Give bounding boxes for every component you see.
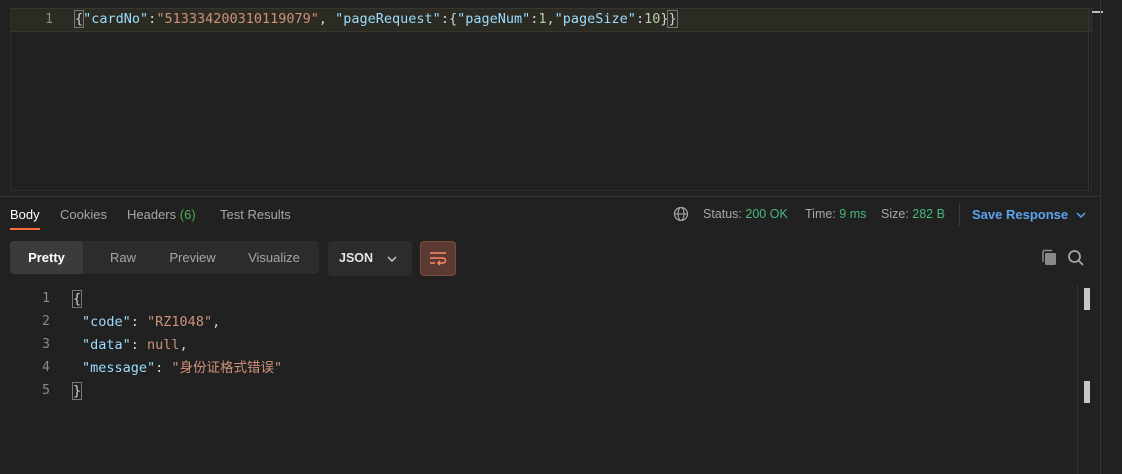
- json-number-value: 1: [538, 11, 547, 27]
- request-editor-scrollbar[interactable]: [1088, 8, 1104, 191]
- json-punct: ,: [179, 337, 188, 353]
- json-punct: :: [130, 337, 148, 353]
- json-brace: }: [71, 382, 83, 400]
- json-line: {: [71, 288, 83, 311]
- json-key: "data": [82, 337, 131, 353]
- request-body-editor[interactable]: 1 {"cardNo": "513334200310119079", "pageR…: [10, 8, 1103, 191]
- line-number: 5: [42, 383, 50, 398]
- json-punct: :{: [440, 11, 458, 27]
- chevron-down-icon[interactable]: [1076, 210, 1086, 220]
- view-mode-segmented-control: Pretty Raw Preview Visualize: [10, 241, 319, 274]
- postman-response-view: 1 {"cardNo":"513334200310119079", "pageR…: [0, 0, 1122, 474]
- line-number: 3: [42, 337, 50, 352]
- line-number: 1: [45, 12, 53, 27]
- wrap-lines-icon: [430, 252, 447, 266]
- tab-headers[interactable]: Headers (6): [127, 207, 196, 222]
- response-scrollbar[interactable]: [1077, 285, 1093, 474]
- json-line: }: [71, 380, 83, 403]
- pretty-button[interactable]: Pretty: [10, 241, 83, 274]
- headers-count-badge: (6): [179, 207, 196, 222]
- json-key: "pageSize": [554, 11, 636, 27]
- json-key: "pageRequest": [335, 11, 441, 27]
- json-string-value: "513334200310119079": [156, 11, 319, 27]
- line-number: 1: [42, 291, 50, 306]
- pane-splitter[interactable]: [0, 196, 1100, 197]
- chevron-down-icon: [387, 256, 397, 262]
- json-number-value: 10: [644, 11, 661, 27]
- status-indicator[interactable]: Status: 200 OK: [703, 207, 788, 221]
- visualize-button[interactable]: Visualize: [236, 241, 312, 274]
- json-key: "cardNo": [83, 11, 149, 27]
- size-label: Size:: [881, 207, 909, 221]
- json-brace: }: [667, 10, 678, 28]
- json-brace: {: [73, 10, 85, 28]
- json-null-value: null: [147, 337, 180, 353]
- language-select[interactable]: JSON: [328, 241, 412, 276]
- json-punct: ,: [212, 314, 221, 330]
- time-indicator[interactable]: Time: 9 ms: [805, 207, 866, 221]
- json-line: "message": "身份证格式错误": [82, 357, 282, 380]
- size-indicator[interactable]: Size: 282 B: [881, 207, 945, 221]
- time-label: Time:: [805, 207, 836, 221]
- scrollbar-thumb[interactable]: [1092, 11, 1103, 13]
- request-json-line[interactable]: {"cardNo": "513334200310119079", "pageReq…: [73, 8, 678, 31]
- tab-cookies[interactable]: Cookies: [60, 207, 107, 222]
- toolbar-divider: [959, 204, 960, 226]
- pane-edge: [1100, 0, 1101, 474]
- json-brace: {: [71, 290, 83, 308]
- status-value: 200 OK: [745, 207, 788, 221]
- json-punct: :: [155, 360, 172, 376]
- status-label: Status:: [703, 207, 742, 221]
- json-key: "message": [82, 360, 156, 376]
- globe-icon[interactable]: [673, 206, 689, 222]
- size-value: 282 B: [912, 207, 945, 221]
- json-line: "data": null,: [82, 334, 188, 357]
- time-value: 9 ms: [839, 207, 867, 221]
- response-body-viewer[interactable]: 1 2 3 4 5 { "code": "RZ1048", "data": nu…: [0, 285, 1100, 474]
- scrollbar-marker: [1084, 288, 1090, 310]
- json-punct: ,: [546, 11, 555, 27]
- json-string-value: "RZ1048": [147, 314, 213, 330]
- save-response-button[interactable]: Save Response: [972, 207, 1068, 222]
- line-number: 2: [42, 314, 50, 329]
- word-wrap-button[interactable]: [420, 241, 456, 276]
- preview-button[interactable]: Preview: [155, 241, 230, 274]
- search-icon[interactable]: [1067, 249, 1085, 267]
- json-punct: :: [130, 314, 148, 330]
- tab-body[interactable]: Body: [10, 207, 40, 230]
- raw-button[interactable]: Raw: [87, 241, 159, 274]
- json-string-value: "身份证格式错误": [171, 360, 283, 376]
- tab-test-results[interactable]: Test Results: [220, 207, 291, 222]
- copy-icon[interactable]: [1040, 249, 1058, 267]
- json-punct: ,: [318, 11, 336, 27]
- scrollbar-marker: [1084, 381, 1090, 403]
- json-line: "code": "RZ1048",: [82, 311, 220, 334]
- tab-headers-label: Headers: [127, 207, 177, 222]
- line-number: 4: [42, 360, 50, 375]
- json-key: "code": [82, 314, 131, 330]
- language-select-value: JSON: [339, 251, 374, 265]
- json-key: "pageNum": [457, 11, 531, 27]
- json-punct: :: [635, 11, 645, 27]
